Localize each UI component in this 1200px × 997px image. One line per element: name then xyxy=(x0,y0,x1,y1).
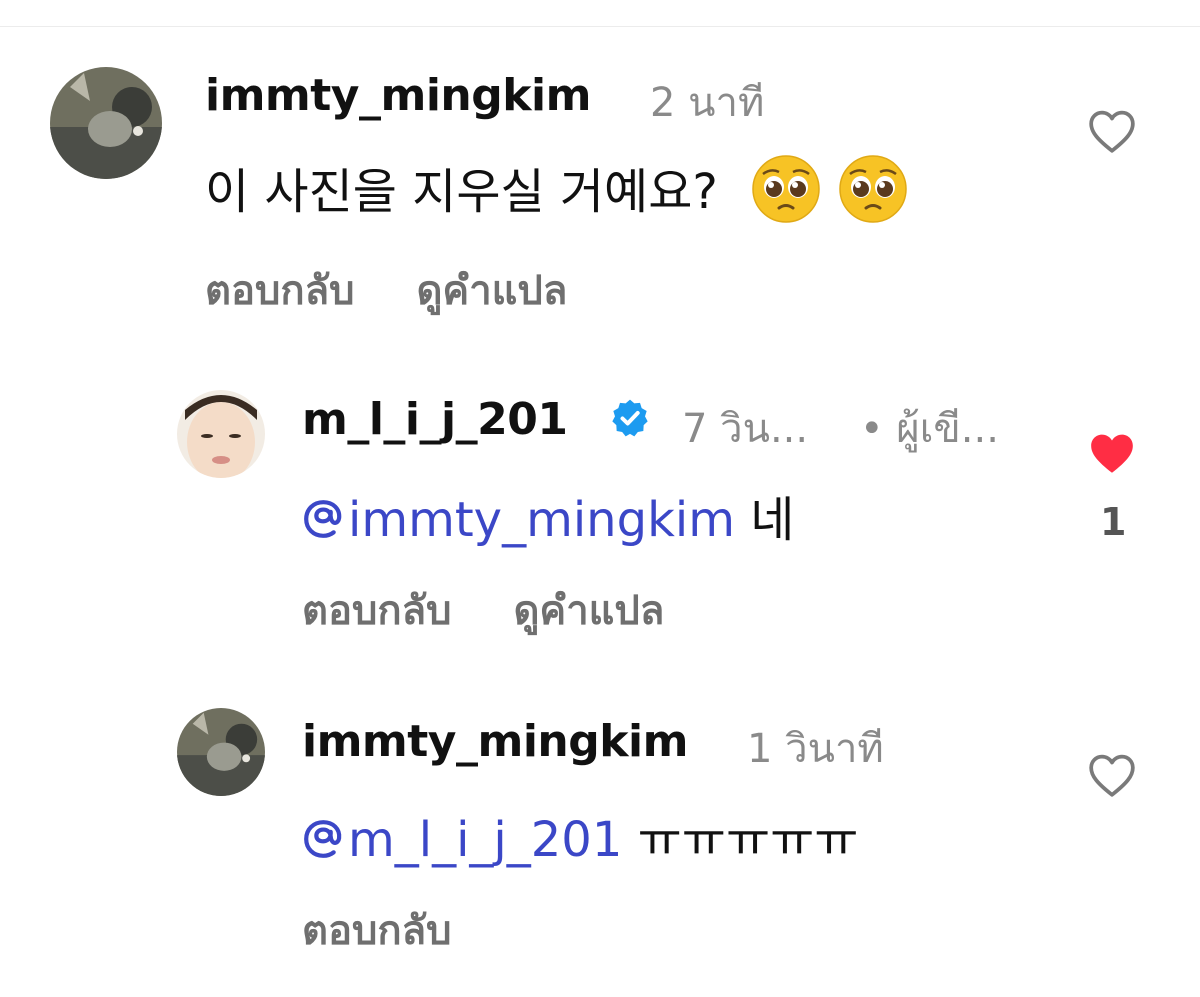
comment-username[interactable]: immty_mingkim xyxy=(302,716,688,767)
comment-text-content: 이 사진을 지우실 거예요? xyxy=(205,164,718,220)
comment-actions: ตอบกลับ xyxy=(302,898,452,962)
comment-text-content: ㅠㅠㅠㅠㅠ xyxy=(622,812,859,868)
comment-timestamp: 7 วิน... xyxy=(682,406,809,452)
comment-2: m_l_i_j_201 7 วิน... • ผู้เขี... immty_m… xyxy=(0,360,1200,660)
reply-button[interactable]: ตอบกลับ xyxy=(302,578,452,642)
comment-text-content: 네 xyxy=(734,492,795,548)
translate-button[interactable]: ดูคำแปล xyxy=(513,578,664,642)
pleading-face-icon xyxy=(752,155,820,223)
mention-username[interactable]: m_l_i_j_201 xyxy=(348,812,622,868)
comment-1: immty_mingkim 2 นาที 이 사진을 지우실 거예요? ตอบก… xyxy=(0,0,1200,330)
reply-button[interactable]: ตอบกลับ xyxy=(205,258,355,322)
heart-outline-icon[interactable] xyxy=(1087,108,1137,154)
mention-link[interactable]: immty_mingkim xyxy=(302,492,735,548)
heart-outline-icon[interactable] xyxy=(1087,752,1137,798)
comment-text: m_l_i_j_201 ㅠㅠㅠㅠㅠ xyxy=(302,800,858,870)
threads-at-icon xyxy=(304,500,342,538)
comment-actions: ตอบกลับ ดูคำแปล xyxy=(302,578,664,642)
threads-at-icon xyxy=(304,820,342,858)
mention-link[interactable]: m_l_i_j_201 xyxy=(302,812,622,868)
comment-text: 이 사진을 지우실 거예요? xyxy=(205,152,908,230)
author-badge: • ผู้เขี... xyxy=(860,406,999,452)
avatar[interactable] xyxy=(177,708,265,796)
comment-username[interactable]: immty_mingkim xyxy=(205,70,591,121)
verified-badge-icon xyxy=(612,399,648,437)
avatar[interactable] xyxy=(177,390,265,478)
like-count: 1 xyxy=(1100,500,1127,544)
pleading-face-icon xyxy=(839,155,908,223)
comment-text: immty_mingkim 네 xyxy=(302,480,794,550)
comment-actions: ตอบกลับ ดูคำแปล xyxy=(205,258,567,322)
reply-button[interactable]: ตอบกลับ xyxy=(302,898,452,962)
comment-3: immty_mingkim 1 วินาที m_l_i_j_201 ㅠㅠㅠㅠㅠ… xyxy=(0,690,1200,990)
avatar[interactable] xyxy=(50,67,162,179)
translate-button[interactable]: ดูคำแปล xyxy=(416,258,567,322)
heart-filled-icon[interactable] xyxy=(1087,430,1137,476)
comment-timestamp: 1 วินาที xyxy=(747,726,884,772)
comment-username[interactable]: m_l_i_j_201 xyxy=(302,394,568,445)
mention-username[interactable]: immty_mingkim xyxy=(348,492,735,548)
comment-timestamp: 2 นาที xyxy=(650,80,765,126)
